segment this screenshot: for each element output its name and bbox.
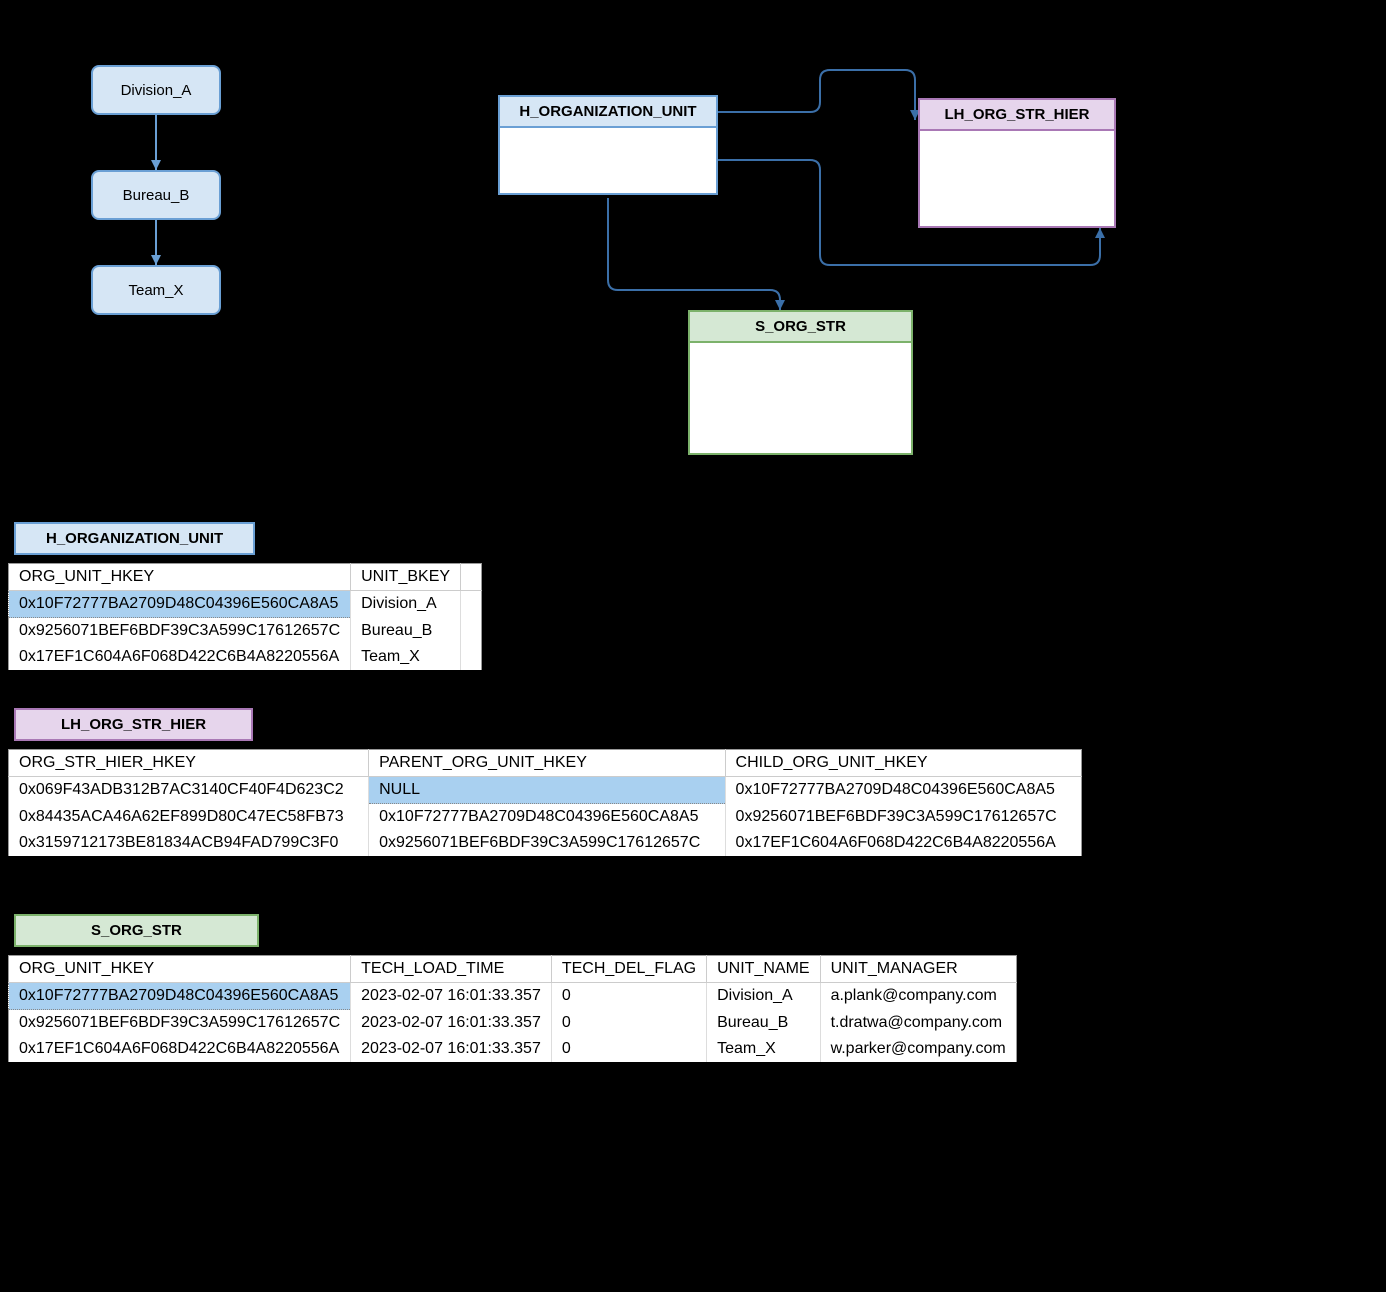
cell: Division_A [707, 983, 820, 1010]
cell: 0x9256071BEF6BDF39C3A599C17612657C [369, 830, 725, 856]
col-header: ORG_UNIT_HKEY [9, 564, 351, 591]
table-label: H_ORGANIZATION_UNIT [14, 522, 255, 555]
cell: 0x9256071BEF6BDF39C3A599C17612657C [9, 618, 351, 645]
cell: 0 [551, 1010, 706, 1037]
cell: 0x069F43ADB312B7AC3140CF40F4D623C2 [9, 777, 369, 804]
cell: 0x10F72777BA2709D48C04396E560CA8A5 [725, 777, 1081, 804]
cell: 0x84435ACA46A62EF899D80C47EC58FB73 [9, 804, 369, 831]
entity-h-organization-unit: H_ORGANIZATION_UNIT [498, 95, 718, 195]
col-header: ORG_UNIT_HKEY [9, 956, 351, 983]
table-row: 0x3159712173BE81834ACB94FAD799C3F0 0x925… [9, 830, 1082, 856]
cell: Bureau_B [351, 618, 461, 645]
table-header-row: ORG_UNIT_HKEY UNIT_BKEY [9, 564, 482, 591]
cell: 0x17EF1C604A6F068D422C6B4A8220556A [725, 830, 1081, 856]
node-bureau-b: Bureau_B [91, 170, 221, 220]
col-header: UNIT_NAME [707, 956, 820, 983]
cell [461, 644, 482, 670]
cell: 0x10F72777BA2709D48C04396E560CA8A5 [369, 804, 725, 831]
table-row: 0x9256071BEF6BDF39C3A599C17612657C Burea… [9, 618, 482, 645]
node-label: Team_X [128, 282, 183, 299]
cell: a.plank@company.com [820, 983, 1016, 1010]
table-row: 0x17EF1C604A6F068D422C6B4A8220556A 2023-… [9, 1036, 1017, 1062]
table-label: LH_ORG_STR_HIER [14, 708, 253, 741]
table-row: 0x84435ACA46A62EF899D80C47EC58FB73 0x10F… [9, 804, 1082, 831]
cell: 2023-02-07 16:01:33.357 [351, 983, 552, 1010]
entity-s-org-str: S_ORG_STR [688, 310, 913, 455]
node-division-a: Division_A [91, 65, 221, 115]
col-header: TECH_DEL_FLAG [551, 956, 706, 983]
col-header: UNIT_MANAGER [820, 956, 1016, 983]
entity-body [500, 128, 716, 193]
table-row: 0x10F72777BA2709D48C04396E560CA8A5 2023-… [9, 983, 1017, 1010]
cell: Division_A [351, 591, 461, 618]
entity-lh-org-str-hier: LH_ORG_STR_HIER [918, 98, 1116, 228]
table-header-row: ORG_UNIT_HKEY TECH_LOAD_TIME TECH_DEL_FL… [9, 956, 1017, 983]
cell: 0x17EF1C604A6F068D422C6B4A8220556A [9, 644, 351, 670]
cell: 0x17EF1C604A6F068D422C6B4A8220556A [9, 1036, 351, 1062]
cell: 0 [551, 983, 706, 1010]
table-lh-org: ORG_STR_HIER_HKEY PARENT_ORG_UNIT_HKEY C… [8, 749, 1082, 856]
cell: 0x9256071BEF6BDF39C3A599C17612657C [725, 804, 1081, 831]
table-row: 0x17EF1C604A6F068D422C6B4A8220556A Team_… [9, 644, 482, 670]
cell: NULL [369, 777, 725, 804]
cell: Bureau_B [707, 1010, 820, 1037]
table-label: S_ORG_STR [14, 914, 259, 947]
node-label: Division_A [121, 82, 192, 99]
cell: Team_X [351, 644, 461, 670]
cell: 0x9256071BEF6BDF39C3A599C17612657C [9, 1010, 351, 1037]
entity-header: H_ORGANIZATION_UNIT [500, 97, 716, 128]
cell: 0 [551, 1036, 706, 1062]
col-spacer [461, 564, 482, 591]
table-row: 0x10F72777BA2709D48C04396E560CA8A5 Divis… [9, 591, 482, 618]
node-label: Bureau_B [123, 187, 190, 204]
diagram-canvas: Division_A Bureau_B Team_X H_ORGANIZATIO… [0, 60, 1386, 480]
cell [461, 591, 482, 618]
table-h-org: ORG_UNIT_HKEY UNIT_BKEY 0x10F72777BA2709… [8, 563, 482, 670]
entity-header: S_ORG_STR [690, 312, 911, 343]
col-header: ORG_STR_HIER_HKEY [9, 750, 369, 777]
cell: 2023-02-07 16:01:33.357 [351, 1010, 552, 1037]
table-header-row: ORG_STR_HIER_HKEY PARENT_ORG_UNIT_HKEY C… [9, 750, 1082, 777]
cell: t.dratwa@company.com [820, 1010, 1016, 1037]
cell: 0x10F72777BA2709D48C04396E560CA8A5 [9, 591, 351, 618]
table-row: 0x9256071BEF6BDF39C3A599C17612657C 2023-… [9, 1010, 1017, 1037]
entity-body [920, 131, 1114, 226]
table-section-h-org: H_ORGANIZATION_UNIT ORG_UNIT_HKEY UNIT_B… [8, 522, 482, 670]
table-section-lh-org: LH_ORG_STR_HIER ORG_STR_HIER_HKEY PARENT… [8, 708, 1082, 856]
cell: Team_X [707, 1036, 820, 1062]
entity-header: LH_ORG_STR_HIER [920, 100, 1114, 131]
col-header: UNIT_BKEY [351, 564, 461, 591]
col-header: CHILD_ORG_UNIT_HKEY [725, 750, 1081, 777]
table-s-org: ORG_UNIT_HKEY TECH_LOAD_TIME TECH_DEL_FL… [8, 955, 1017, 1062]
table-row: 0x069F43ADB312B7AC3140CF40F4D623C2 NULL … [9, 777, 1082, 804]
table-section-s-org: S_ORG_STR ORG_UNIT_HKEY TECH_LOAD_TIME T… [8, 914, 1017, 1062]
col-header: PARENT_ORG_UNIT_HKEY [369, 750, 725, 777]
cell: 2023-02-07 16:01:33.357 [351, 1036, 552, 1062]
node-team-x: Team_X [91, 265, 221, 315]
col-header: TECH_LOAD_TIME [351, 956, 552, 983]
cell: w.parker@company.com [820, 1036, 1016, 1062]
entity-body [690, 343, 911, 453]
cell: 0x3159712173BE81834ACB94FAD799C3F0 [9, 830, 369, 856]
cell: 0x10F72777BA2709D48C04396E560CA8A5 [9, 983, 351, 1010]
cell [461, 618, 482, 645]
